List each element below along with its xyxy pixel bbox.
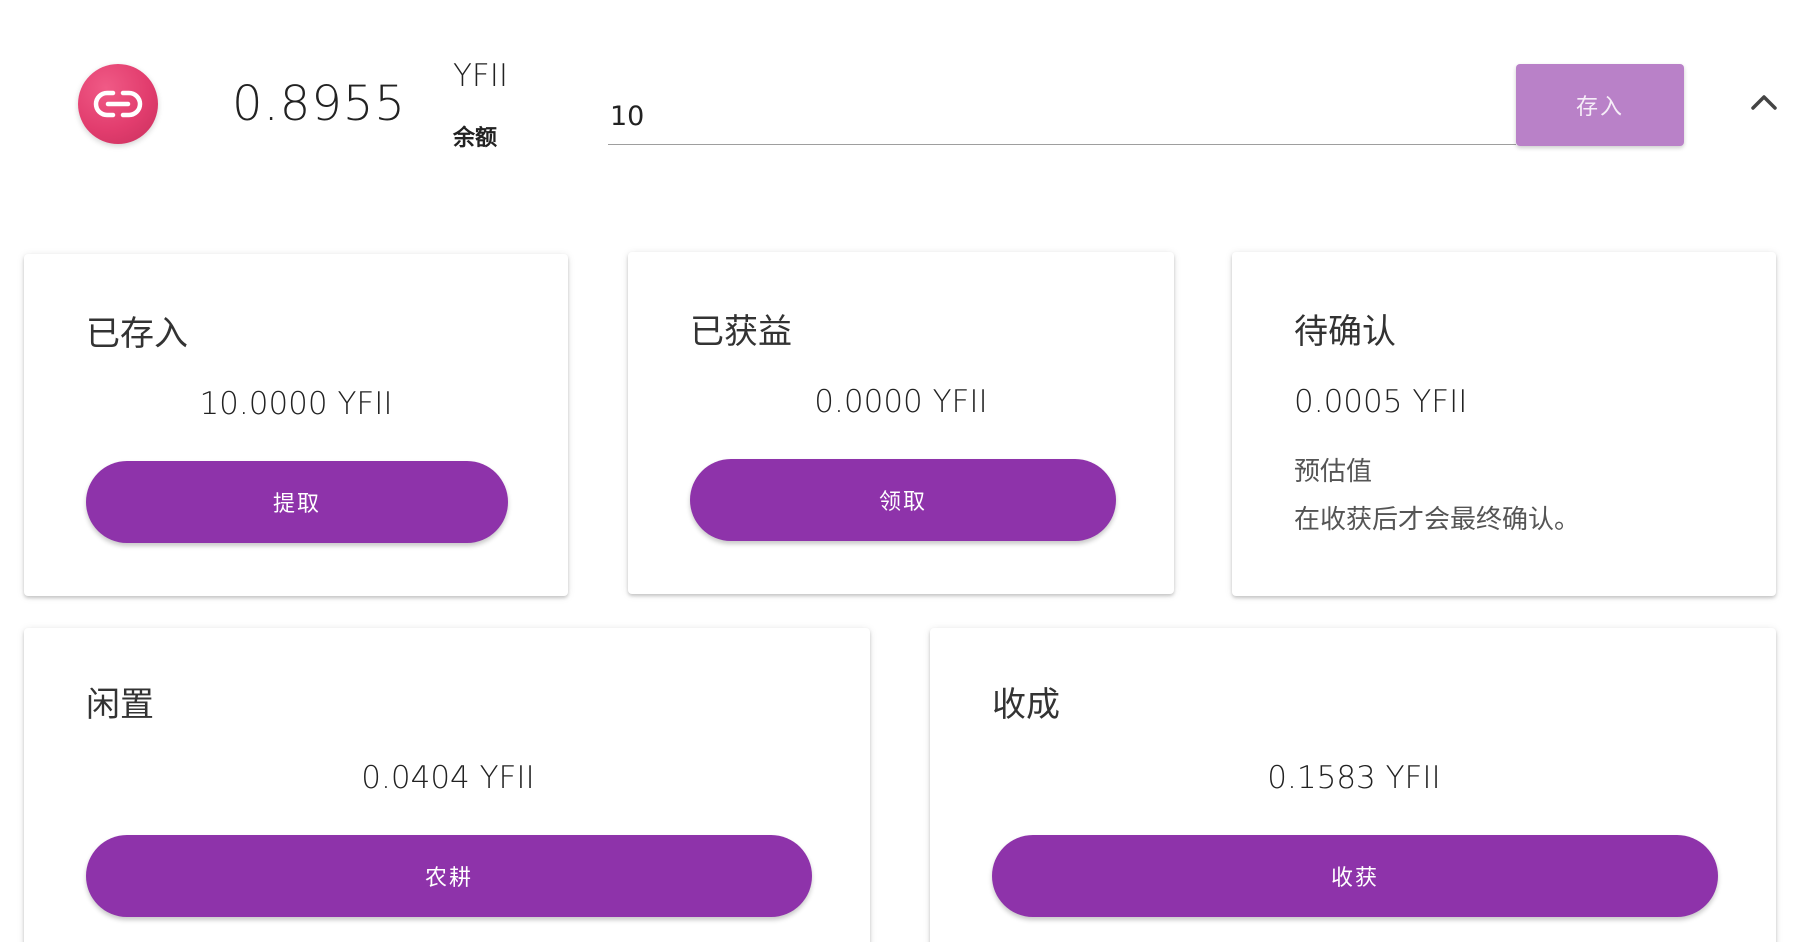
staked-amount: 10.0000 YFII [199,386,393,422]
pending-note-estimate: 预估值 [1294,457,1373,487]
pending-amount: 0.0005 YFII [1294,384,1468,420]
collapse-toggle-button[interactable] [1744,82,1784,122]
withdraw-button[interactable]: 提取 [86,461,508,543]
farm-button[interactable]: 农耕 [86,835,812,917]
pending-note-confirm: 在收获后才会最终确认。 [1294,505,1581,535]
earned-title: 已获益 [690,312,792,352]
harvest-amount: 0.1583 YFII [1267,760,1441,796]
earned-amount: 0.0000 YFII [814,384,988,420]
balance-symbol: YFII [453,58,509,94]
deposit-button[interactable]: 存入 [1516,64,1684,146]
token-logo-icon [78,64,158,144]
pending-title: 待确认 [1294,312,1396,352]
staked-card: 已存入 10.0000 YFII 提取 [24,254,568,596]
link-chain-icon [93,90,143,118]
harvest-card: 收成 0.1583 YFII 收获 [930,628,1776,942]
idle-card: 闲置 0.0404 YFII 农耕 [24,628,870,942]
balance-value: 0.8955 [232,76,406,132]
balance-caption: 余额 [453,126,498,151]
idle-title: 闲置 [86,685,154,725]
pending-card: 待确认 0.0005 YFII 预估值 在收获后才会最终确认。 [1232,252,1776,596]
harvest-button[interactable]: 收获 [992,835,1718,917]
earned-card: 已获益 0.0000 YFII 领取 [628,252,1174,594]
idle-amount: 0.0404 YFII [361,760,535,796]
farm-pool-panel: 0.8955 YFII 余额 存入 已存入 10.0000 YFII 提取 已获… [0,0,1796,942]
chevron-up-icon [1751,95,1777,110]
harvest-title: 收成 [992,685,1060,725]
claim-button[interactable]: 领取 [690,459,1116,541]
deposit-amount-input[interactable] [608,88,1516,145]
staked-title: 已存入 [86,314,188,354]
